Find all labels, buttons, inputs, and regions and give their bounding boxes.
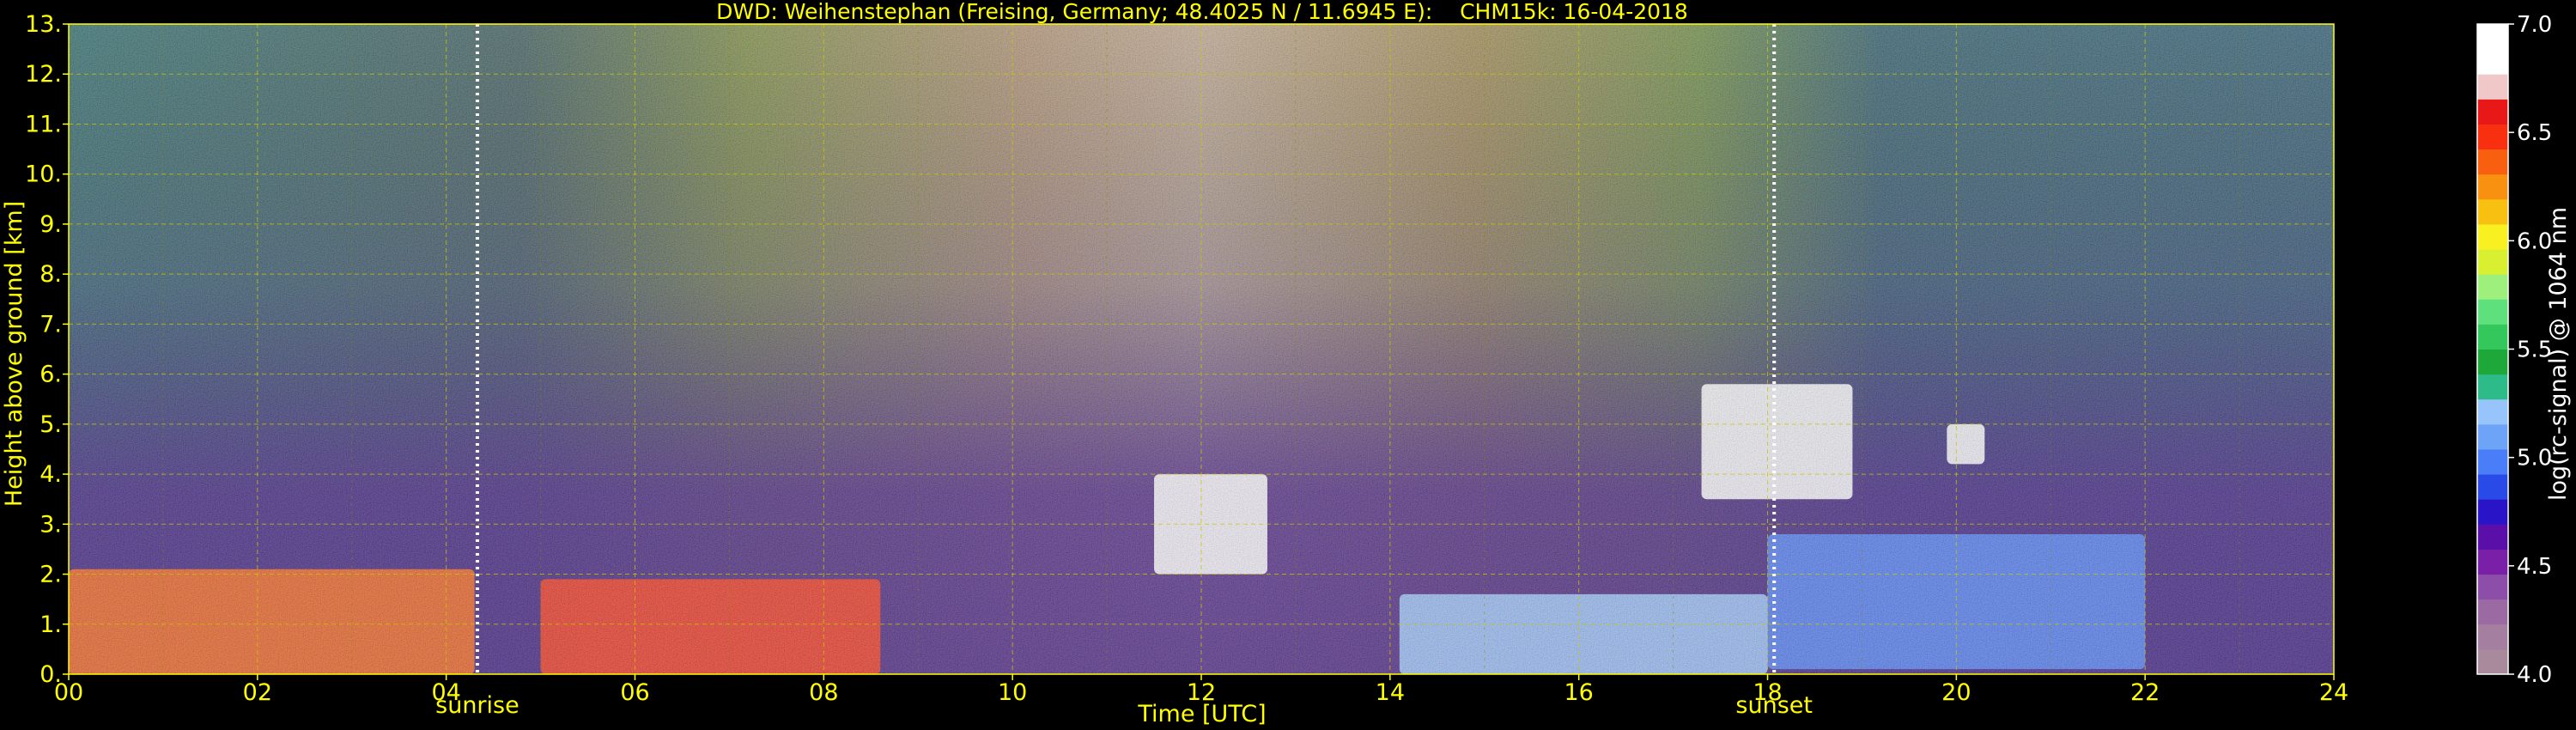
colorbar-segment: [2477, 474, 2508, 500]
x-tick-label: 16: [1564, 679, 1593, 706]
colorbar-segment: [2477, 49, 2508, 75]
colorbar-segment: [2477, 173, 2508, 200]
colorbar-segment: [2477, 198, 2508, 225]
colorbar-segment: [2477, 249, 2508, 275]
colorbar-segment: [2477, 124, 2508, 150]
y-tick-label: 4.: [39, 461, 62, 488]
x-tick-label: 18: [1753, 679, 1782, 706]
colorbar-segment: [2477, 349, 2508, 375]
x-axis-label: Time [UTC]: [1137, 701, 1266, 727]
colorbar-tick-label: 4.5: [2517, 554, 2552, 580]
colorbar-segment: [2477, 149, 2508, 175]
x-tick-label: 08: [809, 679, 838, 706]
colorbar-segment: [2477, 524, 2508, 550]
colorbar-segment: [2477, 299, 2508, 325]
x-tick-label: 14: [1376, 679, 1405, 706]
y-tick-label: 1.: [39, 611, 62, 638]
colorbar-segment: [2477, 99, 2508, 125]
colorbar-segment: [2477, 549, 2508, 575]
x-tick-label: 10: [998, 679, 1027, 706]
x-tick-label: 06: [620, 679, 649, 706]
colorbar-segment: [2477, 74, 2508, 100]
y-tick-label: 6.: [39, 362, 62, 388]
x-tick-label: 24: [2319, 679, 2348, 706]
colorbar-segment: [2477, 648, 2508, 675]
y-tick-label: 10.: [25, 161, 62, 188]
y-tick-label: 13.: [25, 11, 62, 38]
y-axis-ticks: 0. 1. 2. 3. 4. 5. 6. 7. 8. 9. 10. 11. 12. 13.: [25, 11, 69, 688]
x-tick-label: 22: [2130, 679, 2160, 706]
colorbar-segment: [2477, 24, 2508, 50]
colorbar-label: log(rc-signal) @ 1064 nm: [2545, 207, 2572, 501]
y-tick-label: 12.: [25, 61, 62, 88]
colorbar: [2477, 24, 2508, 675]
x-tick-label: 02: [243, 679, 272, 706]
colorbar-tick-label: 4.0: [2517, 662, 2552, 688]
colorbar-segment: [2477, 274, 2508, 300]
y-axis-label: Height above ground [km]: [1, 201, 27, 507]
colorbar-segment: [2477, 398, 2508, 425]
y-tick-label: 9.: [39, 211, 62, 238]
colorbar-segment: [2477, 599, 2508, 625]
y-tick-label: 11.: [25, 111, 62, 137]
colorbar-tick-label: 7.0: [2517, 12, 2552, 38]
y-tick-label: 0.: [39, 661, 62, 688]
colorbar-segment: [2477, 223, 2508, 250]
x-tick-label: 20: [1941, 679, 1971, 706]
colorbar-segment: [2477, 448, 2508, 475]
y-tick-label: 2.: [39, 562, 62, 588]
colorbar-segment: [2477, 374, 2508, 400]
colorbar-segment: [2477, 423, 2508, 450]
y-tick-label: 8.: [39, 261, 62, 288]
colorbar-segment: [2477, 624, 2508, 650]
y-tick-label: 5.: [39, 411, 62, 438]
colorbar-segment: [2477, 499, 2508, 525]
colorbar-segment: [2477, 574, 2508, 600]
y-tick-label: 7.: [39, 311, 62, 338]
colorbar-tick-label: 6.5: [2517, 120, 2552, 146]
y-tick-label: 3.: [39, 511, 62, 538]
colorbar-segment: [2477, 324, 2508, 350]
chart-title: DWD: Weihenstephan (Freising, Germany; 4…: [716, 0, 1688, 24]
x-tick-label: 04: [431, 679, 460, 706]
ceilometer-figure: sunrise sunset 00 02 04 06 08 10 12 14 16 18 20 22 24…: [1, 0, 2572, 727]
